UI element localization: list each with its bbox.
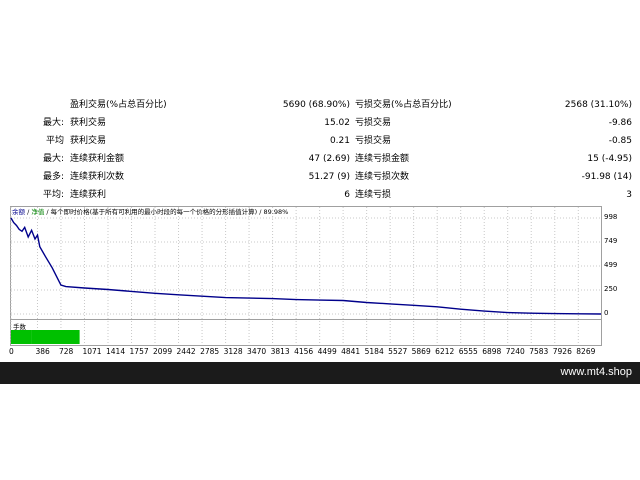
x-tick-label: 6212 [435, 347, 455, 356]
x-tick-label: 4841 [341, 347, 361, 356]
lots-bar [11, 330, 32, 344]
stats-table: 盈利交易(%占总百分比) 5690 (68.90%) 亏损交易(%占总百分比) 256… [0, 96, 640, 204]
chart-title-rest: / 每个即时价格(基于所有可利用的最小时段的每一个价格的分形插值计算) / 89… [44, 208, 289, 216]
stat-name-left: 获利交易 [70, 136, 107, 146]
stat-label: 平均: [42, 190, 64, 200]
stat-name-left: 获利交易 [70, 118, 107, 128]
lots-plot-frame [10, 319, 602, 346]
stat-value-left: 6 [344, 190, 350, 200]
y-tick-label: 0 [604, 309, 609, 317]
chart-title-balance: 余额 [12, 208, 25, 216]
footer-bar: www.mt4.shop [0, 362, 640, 384]
chart-canvas [10, 206, 602, 346]
x-tick-label: 386 [35, 347, 50, 356]
main-plot-frame [10, 206, 602, 320]
x-tick-label: 5869 [411, 347, 431, 356]
x-tick-label: 728 [58, 347, 74, 356]
x-tick-label: 1757 [129, 347, 149, 356]
x-tick-label: 3813 [270, 347, 290, 356]
stat-value-right: -0.85 [608, 136, 632, 146]
x-tick-label: 2442 [176, 347, 196, 356]
x-tick-label: 2785 [200, 347, 220, 356]
stat-name-right: 亏损交易(%占总百分比) [355, 100, 452, 110]
stat-value-left: 0.21 [329, 136, 350, 146]
stat-name-left: 连续获利次数 [70, 172, 125, 182]
footer-watermark: www.mt4.shop [560, 366, 632, 378]
x-tick-label: 0 [9, 347, 14, 356]
x-tick-label: 7240 [505, 347, 525, 356]
y-tick-label: 998 [604, 213, 618, 221]
stat-value-right: -91.98 (14) [581, 172, 632, 182]
stat-name-left: 连续获利 [70, 190, 107, 200]
x-tick-label: 3128 [223, 347, 243, 356]
x-tick-label: 6555 [458, 347, 478, 356]
y-tick-label: 749 [604, 236, 618, 245]
stats-row: 最大: 获利交易 15.02 亏损交易 -9.86 [0, 114, 640, 132]
stat-value-right: -9.86 [608, 118, 632, 128]
x-tick-label: 1414 [106, 347, 126, 356]
stat-label: 平均 [45, 136, 64, 146]
stat-name-right: 亏损交易 [355, 136, 392, 146]
stats-row: 平均: 连续获利 6 连续亏损 3 [0, 186, 640, 204]
lots-bars [11, 330, 80, 344]
stat-value-right: 15 (-4.95) [587, 154, 632, 164]
lots-bar [31, 330, 80, 344]
stat-name-right: 亏损交易 [355, 118, 392, 128]
stat-label: 最大: [42, 118, 64, 128]
stats-row: 最多: 连续获利次数 51.27 (9) 连续亏损次数 -91.98 (14) [0, 168, 640, 186]
stat-value-left: 47 (2.69) [308, 154, 350, 164]
stat-name-left: 盈利交易(%占总百分比) [70, 100, 167, 110]
stats-row: 盈利交易(%占总百分比) 5690 (68.90%) 亏损交易(%占总百分比) 256… [0, 96, 640, 114]
stat-value-left: 5690 (68.90%) [282, 100, 350, 110]
stat-value-left: 15.02 [324, 118, 350, 128]
balance-chart: 余额 / 净值 / 每个即时价格(基于所有可利用的最小时段的每一个价格的分形插值… [9, 206, 635, 358]
stats-row: 平均 获利交易 0.21 亏损交易 -0.85 [0, 132, 640, 150]
chart-title: 余额 / 净值 / 每个即时价格(基于所有可利用的最小时段的每一个价格的分形插值… [12, 208, 288, 217]
stat-name-right: 连续亏损 [355, 190, 392, 200]
x-tick-label: 6898 [482, 347, 502, 356]
stat-value-left: 51.27 (9) [308, 172, 350, 182]
y-tick-label: 499 [604, 261, 618, 269]
stat-label: 最大: [42, 154, 64, 164]
stat-value-right: 2568 (31.10%) [564, 100, 632, 110]
x-tick-label: 2099 [153, 347, 173, 356]
lots-title: 手数 [13, 323, 26, 331]
x-tick-label: 7583 [529, 347, 549, 356]
stat-name-right: 连续亏损金额 [355, 154, 410, 164]
stat-value-right: 3 [626, 190, 632, 200]
stat-name-right: 连续亏损次数 [355, 172, 410, 182]
y-tick-label: 250 [604, 284, 618, 293]
x-tick-label: 5184 [364, 347, 384, 356]
chart-title-equity: 净值 [31, 208, 45, 216]
x-tick-label: 4499 [317, 347, 337, 356]
x-tick-label: 8269 [576, 347, 596, 356]
x-tick-label: 1071 [82, 347, 102, 356]
stat-label: 最多: [42, 172, 64, 182]
x-tick-label: 4156 [294, 347, 314, 356]
x-tick-label: 5527 [388, 347, 408, 356]
stat-name-left: 连续获利金额 [70, 154, 125, 164]
x-tick-label: 7926 [552, 347, 572, 356]
x-tick-label: 3470 [247, 347, 267, 356]
stats-row: 最大: 连续获利金额 47 (2.69) 连续亏损金额 15 (-4.95) [0, 150, 640, 168]
